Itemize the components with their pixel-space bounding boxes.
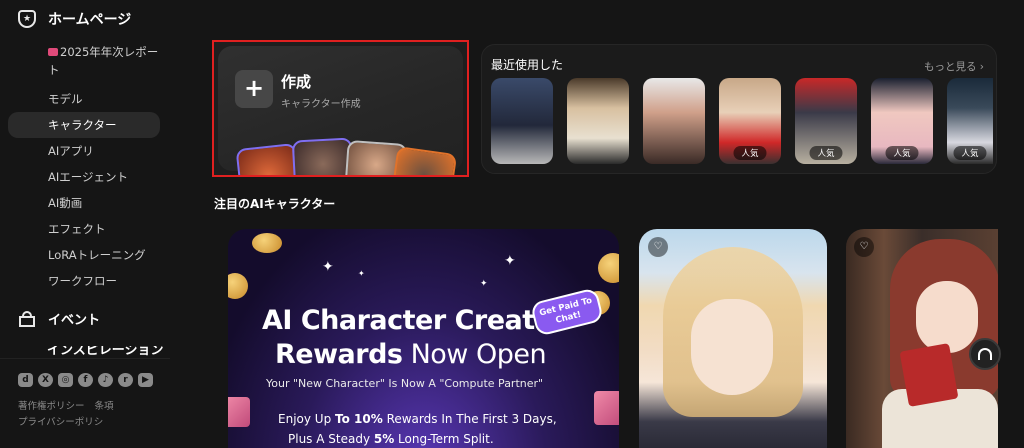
sidebar-divider: [0, 358, 170, 359]
recently-used-title: 最近使用した: [491, 58, 564, 72]
sidebar-item-label: モデル: [48, 92, 83, 106]
recent-character-thumb[interactable]: 人気: [719, 78, 781, 164]
sidebar: ★ ホームページ 2025年年次レポート モデル キャラクター AIアプリ AI…: [0, 0, 170, 448]
sidebar-item-label: エフェクト: [48, 222, 106, 236]
sparkle-icon: ✦: [322, 259, 334, 275]
create-card-title: 作成: [281, 73, 312, 91]
sidebar-nav: 2025年年次レポート モデル キャラクター AIアプリ AIエージェント AI…: [8, 40, 160, 294]
sidebar-item-home[interactable]: ★ ホームページ: [18, 8, 131, 30]
sidebar-item-ai-apps[interactable]: AIアプリ: [8, 138, 160, 164]
sidebar-item-label: AI動画: [48, 196, 83, 210]
support-headset-button[interactable]: [969, 338, 1001, 370]
character-face: [691, 299, 773, 395]
sidebar-item-ai-agents[interactable]: AIエージェント: [8, 164, 160, 190]
creator-rewards-banner[interactable]: ✦ ✦ ✦ ✦ AI Character Creator Rewards Now…: [228, 229, 619, 448]
favorite-heart-icon[interactable]: ♡: [854, 237, 874, 257]
banner-headline-2: Rewards Now Open: [275, 339, 547, 370]
recent-character-thumb[interactable]: [567, 78, 629, 164]
x-icon[interactable]: X: [38, 373, 53, 387]
recent-character-thumb[interactable]: [643, 78, 705, 164]
sidebar-item-workflow[interactable]: ワークフロー: [8, 268, 160, 294]
copyright-policy-link[interactable]: 著作権ポリシー: [18, 401, 85, 412]
youtube-icon[interactable]: ▶: [138, 373, 153, 387]
social-links: d X ◎ f ♪ r ▶: [18, 373, 153, 387]
recent-character-thumb[interactable]: 人気: [795, 78, 857, 164]
sidebar-item-label: AIエージェント: [48, 170, 129, 184]
banner-subline: Your "New Character" Is Now A "Compute P…: [266, 377, 544, 390]
sidebar-item-lora-training[interactable]: LoRAトレーニング: [8, 242, 160, 268]
get-paid-badge: Get Paid To Chat!: [529, 287, 605, 337]
featured-section-title: 注目のAIキャラクター: [214, 197, 336, 211]
character-face: [916, 281, 978, 353]
reddit-icon[interactable]: r: [118, 373, 133, 387]
favorite-heart-icon[interactable]: ♡: [648, 237, 668, 257]
instagram-icon[interactable]: ◎: [58, 373, 73, 387]
sidebar-item-ai-video[interactable]: AI動画: [8, 190, 160, 216]
facebook-icon[interactable]: f: [78, 373, 93, 387]
banner-line-2: Plus A Steady 5% Long-Term Split.: [288, 432, 494, 446]
report-heart-icon: [48, 48, 58, 56]
home-badge-icon: ★: [18, 10, 36, 28]
gift-box-icon: [594, 391, 619, 425]
plus-icon: +: [235, 70, 273, 108]
banner-headline-2-rest: Now Open: [402, 339, 547, 370]
see-more-link[interactable]: もっと見る ›: [924, 59, 984, 74]
sidebar-item-label: AIアプリ: [48, 144, 94, 158]
headset-icon: [978, 348, 992, 360]
sidebar-item-label: 2025年年次レポート: [48, 45, 159, 77]
sidebar-inspiration-label: インスピレーション: [47, 346, 164, 356]
banner-headline-2-bold: Rewards: [275, 339, 403, 370]
sidebar-item-label: LoRAトレーニング: [48, 248, 146, 262]
recent-character-thumb[interactable]: 人気: [947, 78, 993, 164]
banner-line-1-bold: To 10%: [335, 412, 383, 426]
sidebar-item-label: ワークフロー: [48, 274, 117, 288]
popular-badge: 人気: [733, 146, 767, 160]
banner-line-1: Enjoy Up To 10% Rewards In The First 3 D…: [278, 412, 557, 426]
sample-character-card: [235, 143, 301, 175]
create-card-subtitle: キャラクター作成: [281, 99, 361, 110]
popular-badge: 人気: [953, 146, 987, 160]
coin-icon: [252, 233, 282, 253]
coin-icon: [598, 253, 619, 283]
banner-line-2-bold: 5%: [373, 432, 395, 446]
discord-icon[interactable]: d: [18, 373, 33, 387]
gift-icon: [18, 310, 36, 328]
banner-headline-1: AI Character Creator: [262, 305, 566, 336]
tiktok-icon[interactable]: ♪: [98, 373, 113, 387]
sidebar-item-label: キャラクター: [48, 118, 117, 132]
sparkle-icon: ✦: [504, 253, 516, 269]
create-card-body: + 作成 キャラクター作成: [218, 46, 463, 175]
gift-box-icon: [228, 397, 250, 427]
coin-icon: [228, 273, 248, 299]
banner-line-1-pre: Enjoy Up: [278, 412, 335, 426]
sidebar-item-events[interactable]: イベント: [18, 309, 100, 328]
character-book: [899, 343, 959, 407]
sidebar-item-annual-report[interactable]: 2025年年次レポート: [8, 40, 160, 84]
banner-line-2-post: Long-Term Split.: [394, 432, 494, 446]
create-character-card[interactable]: + 作成 キャラクター作成: [212, 40, 469, 177]
terms-link[interactable]: 条項: [95, 401, 114, 412]
sidebar-item-characters[interactable]: キャラクター: [8, 112, 160, 138]
banner-line-1-post: Rewards In The First 3 Days,: [382, 412, 557, 426]
recent-character-thumb[interactable]: 人気: [871, 78, 933, 164]
sparkle-icon: ✦: [358, 269, 365, 278]
featured-character-card[interactable]: [846, 229, 998, 448]
sidebar-item-inspiration[interactable]: インスピレーション: [18, 346, 168, 356]
privacy-policy-link[interactable]: プライバシーポリシ: [18, 417, 103, 428]
sidebar-events-label: イベント: [48, 313, 101, 328]
popular-badge: 人気: [885, 146, 919, 160]
sidebar-home-label: ホームページ: [48, 12, 132, 28]
popular-badge: 人気: [809, 146, 843, 160]
recently-used-panel: 最近使用した もっと見る › 人気 人気 人気 人気: [481, 44, 997, 174]
featured-character-card[interactable]: [639, 229, 827, 448]
recent-character-thumb[interactable]: [491, 78, 553, 164]
legal-links: 著作権ポリシー 条項 プライバシーポリシ: [18, 399, 124, 431]
sparkle-icon: ✦: [480, 279, 488, 289]
banner-line-2-pre: Plus A Steady: [288, 432, 374, 446]
sidebar-item-models[interactable]: モデル: [8, 86, 160, 112]
sample-character-card: [390, 146, 458, 175]
sidebar-item-effects[interactable]: エフェクト: [8, 216, 160, 242]
